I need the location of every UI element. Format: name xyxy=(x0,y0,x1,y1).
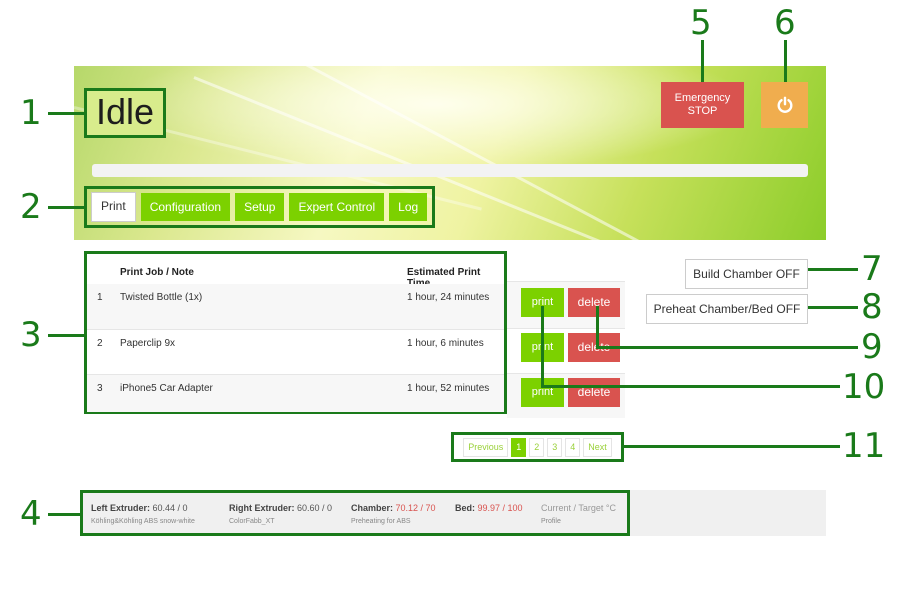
pagination-page-4[interactable]: 4 xyxy=(565,437,581,457)
callout-line xyxy=(596,346,858,349)
build-chamber-toggle-button[interactable]: Build Chamber OFF xyxy=(685,259,808,289)
delete-job-button[interactable]: delete xyxy=(568,288,620,317)
power-button[interactable] xyxy=(761,82,808,128)
left-extruder-temp: Left Extruder: 60.44 / 0 Köhling&Köhling… xyxy=(91,503,195,525)
callout-5: 5 xyxy=(690,3,712,43)
column-header-job: Print Job / Note xyxy=(120,267,194,278)
callout-3: 3 xyxy=(20,315,42,355)
job-time: 1 hour, 24 minutes xyxy=(407,292,490,303)
temperature-legend: Current / Target °C Profile xyxy=(541,503,616,525)
callout-11: 11 xyxy=(842,426,886,466)
callout-line xyxy=(784,40,787,82)
chamber-temp: Chamber: 70.12 / 70 Preheating for ABS xyxy=(351,503,436,525)
callout-line xyxy=(808,268,858,271)
callout-2: 2 xyxy=(20,187,42,227)
callout-line xyxy=(701,40,704,82)
callout-line xyxy=(48,513,80,516)
pagination-previous[interactable]: Previous xyxy=(463,437,509,457)
emergency-stop-button[interactable]: Emergency STOP xyxy=(661,82,744,128)
callout-line xyxy=(48,334,84,337)
job-time: 1 hour, 52 minutes xyxy=(407,383,490,394)
table-row: 2 Paperclip 9x 1 hour, 6 minutes xyxy=(87,329,504,375)
right-extruder-temp: Right Extruder: 60.60 / 0 ColorFabb_XT xyxy=(229,503,333,525)
job-name: Paperclip 9x xyxy=(120,338,176,349)
tab-setup[interactable]: Setup xyxy=(235,193,285,221)
table-header: Print Job / Note Estimated Print Time xyxy=(87,254,504,289)
table-row: 1 Twisted Bottle (1x) 1 hour, 24 minutes xyxy=(87,284,504,329)
callout-10: 10 xyxy=(842,367,886,407)
tab-expert-control[interactable]: Expert Control xyxy=(289,193,385,221)
pagination-page-1[interactable]: 1 xyxy=(511,437,527,457)
callout-4: 4 xyxy=(20,494,42,534)
callout-line xyxy=(541,385,840,388)
callout-line xyxy=(48,112,84,115)
row-index: 1 xyxy=(97,292,103,303)
temperature-readouts: Left Extruder: 60.44 / 0 Köhling&Köhling… xyxy=(80,490,630,536)
pagination-page-2[interactable]: 2 xyxy=(529,437,545,457)
delete-job-button[interactable]: delete xyxy=(568,378,620,407)
main-tabs: Print Configuration Setup Expert Control… xyxy=(84,186,435,228)
callout-line xyxy=(624,445,840,448)
callout-1: 1 xyxy=(20,93,42,133)
tab-log[interactable]: Log xyxy=(389,193,428,221)
pagination-page-3[interactable]: 3 xyxy=(547,437,563,457)
row-index: 2 xyxy=(97,338,103,349)
callout-9: 9 xyxy=(861,327,883,367)
table-row: 3 iPhone5 Car Adapter 1 hour, 52 minutes xyxy=(87,374,504,412)
callout-line xyxy=(48,206,84,209)
job-actions-column: print delete print delete print delete xyxy=(507,281,625,419)
job-time: 1 hour, 6 minutes xyxy=(407,338,484,349)
print-jobs-table: Print Job / Note Estimated Print Time 1 … xyxy=(84,251,507,414)
emergency-stop-label: Emergency STOP xyxy=(674,92,731,117)
tab-configuration[interactable]: Configuration xyxy=(140,193,231,221)
callout-line xyxy=(808,306,858,309)
callout-6: 6 xyxy=(774,3,796,43)
callout-line xyxy=(596,306,599,349)
callout-8: 8 xyxy=(861,287,883,327)
print-progress-bar xyxy=(92,164,808,177)
callout-line xyxy=(541,306,544,388)
power-icon xyxy=(777,96,792,113)
tab-print[interactable]: Print xyxy=(91,192,136,222)
job-name: iPhone5 Car Adapter xyxy=(120,383,213,394)
pagination: Previous 1 2 3 4 Next xyxy=(451,432,624,462)
pagination-next[interactable]: Next xyxy=(583,437,612,457)
preheat-toggle-button[interactable]: Preheat Chamber/Bed OFF xyxy=(646,294,808,324)
bed-temp: Bed: 99.97 / 100 xyxy=(455,503,523,513)
printer-status-title: Idle xyxy=(84,88,166,138)
callout-7: 7 xyxy=(861,249,883,289)
row-index: 3 xyxy=(97,383,103,394)
job-name: Twisted Bottle (1x) xyxy=(120,292,203,303)
